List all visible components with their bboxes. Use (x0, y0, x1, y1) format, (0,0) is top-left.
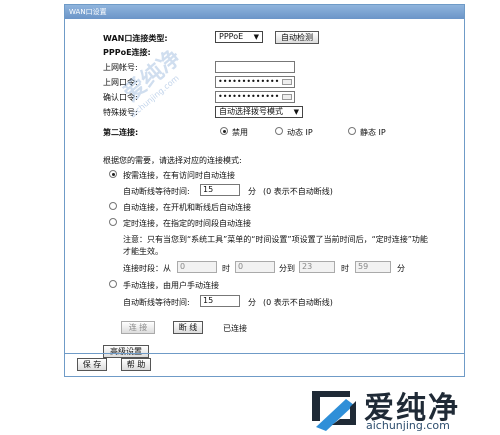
radio-manual[interactable] (109, 280, 117, 288)
hour-unit-2: 时 (341, 264, 349, 273)
from-min-input[interactable]: 0 (235, 261, 275, 273)
wan-settings-window: WAN口设置 WAN口连接类型: PPPoE ▼ 自动检测 PPPoE连接: 上… (64, 4, 465, 377)
to-hour-input[interactable]: 23 (299, 261, 335, 273)
chevron-down-icon: ▼ (293, 108, 299, 116)
password-input[interactable]: ••••••••••••• (215, 76, 295, 88)
on-demand-idle-input[interactable]: 15 (200, 184, 240, 196)
confirm-value: ••••••••••••• (218, 92, 280, 101)
second-option-dynamic: 动态 IP (287, 128, 313, 137)
logo-url-text: aichunjing.com (366, 419, 450, 432)
keyboard-icon (282, 94, 292, 100)
min-unit: 分 (397, 264, 405, 273)
confirm-password-input[interactable]: ••••••••••••• (215, 91, 295, 103)
chevron-down-icon: ▼ (253, 33, 259, 41)
from-hour-input[interactable]: 0 (177, 261, 217, 273)
connection-status: 已连接 (223, 324, 247, 333)
footer-bar: 保 存 帮 助 (65, 354, 464, 376)
radio-scheduled[interactable] (109, 218, 117, 226)
wan-type-select[interactable]: PPPoE ▼ (215, 31, 263, 43)
radio-second-dynamic[interactable] (275, 127, 283, 135)
to-label: 分到 (279, 264, 295, 273)
logo-mark-icon (312, 391, 356, 431)
window-title: WAN口设置 (65, 5, 464, 19)
manual-unit: 分 (248, 298, 256, 307)
radio-on-demand[interactable] (109, 170, 117, 178)
hour-unit: 时 (222, 264, 230, 273)
manual-label: 手动连接，由用户手动连接 (123, 281, 219, 290)
manual-idle-input[interactable]: 15 (200, 295, 240, 307)
dial-mode-select[interactable]: 自动选择拨号模式 ▼ (215, 106, 303, 118)
brand-logo: 爱纯净 aichunjing.com (306, 383, 496, 433)
settings-form: WAN口连接类型: PPPoE ▼ 自动检测 PPPoE连接: 上网帐号: 上网… (65, 19, 464, 358)
password-value: ••••••••••••• (218, 77, 280, 86)
disconnect-button[interactable]: 断 线 (173, 321, 203, 334)
radio-auto[interactable] (109, 202, 117, 210)
help-button[interactable]: 帮 助 (121, 358, 151, 371)
on-demand-idle-label: 自动断线等待时间: (123, 187, 190, 196)
autodetect-button[interactable]: 自动检测 (275, 31, 319, 44)
radio-second-static[interactable] (348, 127, 356, 135)
period-label: 连接时段：从 (123, 264, 171, 273)
save-button[interactable]: 保 存 (77, 358, 107, 371)
on-demand-unit: 分 (248, 187, 256, 196)
second-option-static: 静态 IP (360, 128, 386, 137)
scheduled-label: 定时连接，在指定的时间段自动连接 (123, 219, 251, 228)
connect-button[interactable]: 连 接 (121, 321, 155, 334)
auto-label: 自动连接，在开机和断线后自动连接 (123, 203, 251, 212)
on-demand-label: 按需连接，在有访问时自动连接 (123, 171, 235, 180)
scheduled-note: 注意：只有当您到“系统工具”菜单的“时间设置”项设置了当前时间后，“定时连接”功… (123, 235, 428, 256)
radio-second-disabled[interactable] (220, 127, 228, 135)
to-min-input[interactable]: 59 (355, 261, 391, 273)
wan-type-label: WAN口连接类型: (103, 34, 168, 43)
manual-idle-label: 自动断线等待时间: (123, 298, 190, 307)
pppoe-heading: PPPoE连接: (103, 48, 151, 57)
second-connection-label: 第二连接: (103, 128, 139, 137)
second-option-disabled: 禁用 (232, 128, 248, 137)
account-input[interactable] (215, 61, 295, 73)
dial-mode-value: 自动选择拨号模式 (219, 107, 283, 116)
keyboard-icon (282, 79, 292, 85)
manual-hint: (0 表示不自动断线) (263, 298, 333, 307)
on-demand-hint: (0 表示不自动断线) (263, 187, 333, 196)
wan-type-value: PPPoE (219, 32, 244, 41)
mode-prompt: 根据您的需要，请选择对应的连接模式: (103, 156, 242, 165)
